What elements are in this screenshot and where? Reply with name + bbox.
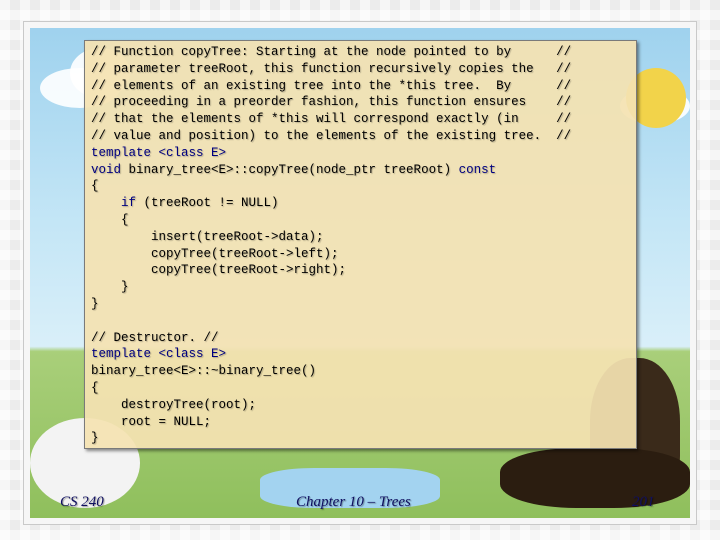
code-comment-line: // parameter treeRoot, this function rec… [91, 61, 572, 76]
footer-chapter: Chapter 10 – Trees [296, 494, 411, 510]
code-listing: // Function copyTree: Starting at the no… [84, 40, 637, 449]
code-text: (treeRoot != NULL) [136, 196, 279, 211]
code-line: } [91, 296, 99, 311]
code-line: copyTree(treeRoot->left); [91, 246, 339, 261]
code-comment-line: // Function copyTree: Starting at the no… [91, 45, 572, 59]
code-line: root = NULL; [91, 414, 212, 429]
code-if-line: if (treeRoot != NULL) [91, 195, 636, 212]
footer-course: CS 240 [60, 494, 104, 510]
code-text: binary_tree<E>::copyTree(node_ptr treeRo… [128, 162, 459, 177]
code-line: } [91, 431, 99, 446]
code-line: copyTree(treeRoot->right); [91, 263, 347, 278]
code-keyword: void [91, 162, 129, 177]
code-template-line: template <class E> [91, 145, 227, 160]
code-line: destroyTree(root); [91, 397, 257, 412]
code-keyword: const [458, 162, 497, 177]
code-line: { [91, 179, 99, 194]
code-line: { [91, 380, 99, 395]
footer-page-number: 201 [632, 494, 655, 510]
code-comment-line: // Destructor. // [91, 330, 219, 345]
code-comment-line: // proceeding in a preorder fashion, thi… [91, 95, 572, 110]
code-comment-line: // that the elements of *this will corre… [91, 112, 572, 127]
code-comment-line: // value and position) to the elements o… [91, 128, 572, 143]
code-line: insert(treeRoot->data); [91, 229, 324, 244]
cartoon-figure-shape [500, 448, 690, 508]
code-template-line: template <class E> [91, 347, 227, 362]
code-line: { [91, 212, 129, 227]
code-signature-line: void binary_tree<E>::copyTree(node_ptr t… [91, 162, 636, 179]
code-keyword: if [91, 196, 137, 211]
code-comment-line: // elements of an existing tree into the… [91, 78, 572, 93]
code-line: } [91, 280, 129, 295]
code-signature-line: binary_tree<E>::~binary_tree() [91, 364, 317, 379]
